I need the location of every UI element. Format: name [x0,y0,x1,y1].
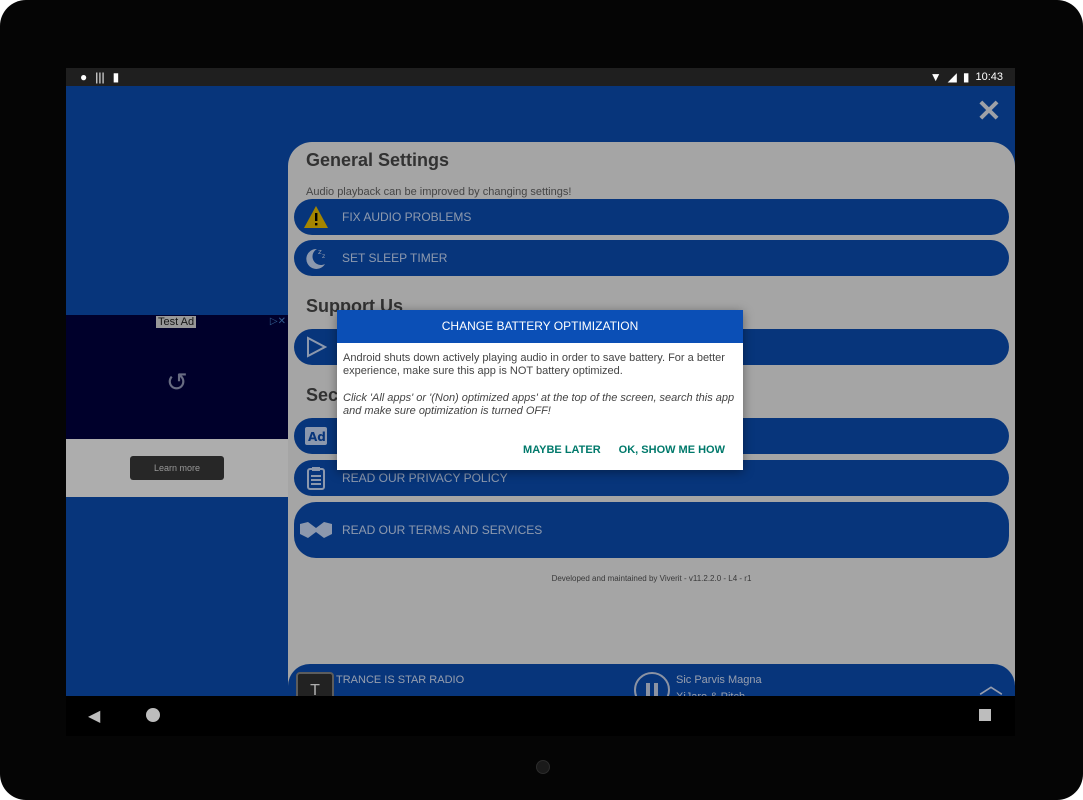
battery-icon: ▮ [962,70,970,84]
dialog-actions: MAYBE LATER OK, SHOW ME HOW [523,444,725,456]
status-left: ● ||| ▮ [80,70,119,84]
ok-show-me-how-button[interactable]: OK, SHOW ME HOW [619,444,725,456]
back-icon[interactable]: ◀ [88,706,100,726]
home-icon[interactable] [146,708,160,722]
cell-icon: ◢ [947,70,957,84]
dialog-text-1: Android shuts down actively playing audi… [343,352,725,377]
notification-icon: ● [80,70,88,84]
camera [536,760,550,774]
sd-card-icon: ▮ [112,70,120,84]
maybe-later-button[interactable]: MAYBE LATER [523,444,601,456]
clock: 10:43 [975,71,1003,83]
status-bar: ● ||| ▮ ▼ ◢ ▮ 10:43 [66,68,1015,86]
dialog-body: Android shuts down actively playing audi… [343,352,737,432]
signal-icon: ||| [95,70,105,84]
dialog-title: CHANGE BATTERY OPTIMIZATION [337,310,743,343]
battery-dialog: CHANGE BATTERY OPTIMIZATION Android shut… [337,310,743,470]
recents-icon[interactable] [979,709,991,721]
screen: ● ||| ▮ ▼ ◢ ▮ 10:43 ✕ Test Ad ▷✕ ↺ Learn… [66,68,1015,736]
nav-bar: ◀ [66,696,1015,736]
dialog-text-2: Click 'All apps' or '(Non) optimized app… [343,392,735,417]
status-right: ▼ ◢ ▮ 10:43 [930,70,1003,84]
device-bezel: ● ||| ▮ ▼ ◢ ▮ 10:43 ✕ Test Ad ▷✕ ↺ Learn… [0,0,1083,800]
wifi-icon: ▼ [929,70,942,84]
